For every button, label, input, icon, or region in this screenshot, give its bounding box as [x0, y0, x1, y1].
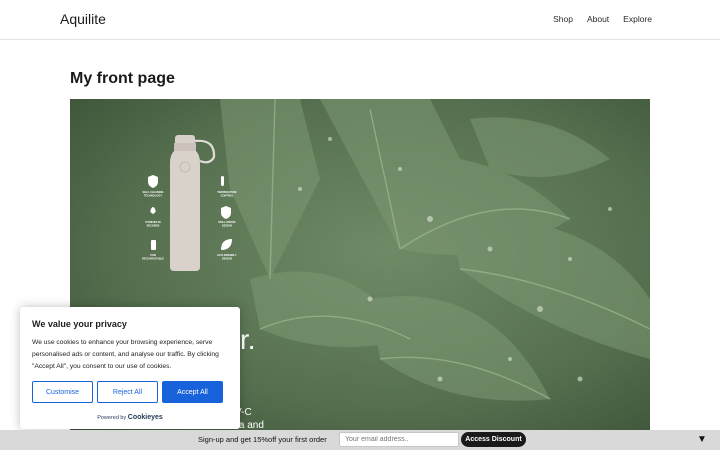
reject-all-button[interactable]: Reject All — [97, 381, 158, 403]
feature-label-4: SPILL-PROOF — [218, 220, 236, 224]
triangle-down-icon[interactable]: ▼ — [697, 434, 707, 445]
nav-about[interactable]: About — [587, 14, 609, 24]
signup-bar: Sign-up and get 15%off your first order … — [0, 430, 720, 450]
accept-all-button[interactable]: Accept All — [162, 381, 223, 403]
email-input[interactable] — [339, 432, 459, 447]
feature-label-2: TEMPERATURE — [217, 190, 237, 194]
feature-label-5: USB — [150, 253, 156, 257]
feature-label-1b: TECHNOLOGY — [144, 194, 163, 198]
brand-logo[interactable]: Aquilite — [60, 11, 106, 27]
powered-by-label: Powered by — [97, 415, 127, 421]
access-discount-button[interactable]: Access Discount — [461, 432, 526, 447]
hero-headline: r. — [240, 324, 256, 355]
feature-label-3b: SECONDS — [147, 224, 160, 228]
nav-shop[interactable]: Shop — [553, 14, 573, 24]
cookieyes-logo[interactable]: Cookieyes — [128, 414, 163, 421]
feature-label-6: ECO-FRIENDLY — [217, 253, 236, 257]
customise-button[interactable]: Customise — [32, 381, 93, 403]
site-header: Aquilite Shop About Explore — [0, 0, 720, 40]
cookie-description: We use cookies to enhance your browsing … — [32, 339, 219, 370]
feature-label-1: SELF-CLEANING — [142, 190, 163, 194]
feature-label-5b: RECHARGEABLE — [142, 257, 164, 261]
feature-label-4b: DESIGN — [222, 224, 232, 228]
feature-label-3: PURIFIES IN — [145, 220, 160, 224]
page-title: My front page — [70, 70, 175, 87]
signup-text: Sign-up and get 15%off your first order — [198, 435, 327, 444]
bottle-product-image: SELF-CLEANING TECHNOLOGY TEMPERATURE CON… — [142, 135, 237, 271]
cookie-actions: Customise Reject All Accept All — [32, 381, 223, 403]
nav-explore[interactable]: Explore — [623, 14, 652, 24]
main-nav: Shop About Explore — [553, 14, 652, 24]
feature-label-2b: CONTROL — [221, 194, 234, 198]
powered-by: Powered by Cookieyes — [20, 414, 240, 421]
cookie-title: We value your privacy — [32, 319, 127, 329]
feature-label-6b: DESIGN — [222, 257, 232, 261]
cookie-consent-banner: We value your privacy We use cookies to … — [20, 307, 240, 429]
